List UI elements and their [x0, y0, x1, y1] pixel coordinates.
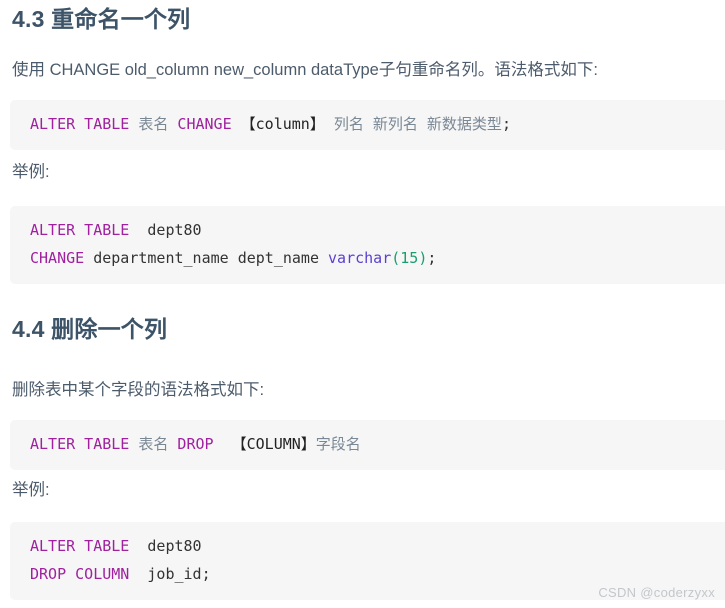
code-token-keyword-change: CHANGE: [30, 248, 85, 267]
code-token-table-dept80: dept80: [147, 221, 202, 239]
code-token-bracket-column: 【column】: [240, 115, 325, 133]
code-token-keyword-drop: DROP: [177, 435, 214, 453]
code-token-semicolon: ;: [427, 248, 437, 267]
code-block-drop-syntax: ALTER TABLE 表名 DROP 【COLUMN】字段名: [10, 420, 725, 470]
csdn-watermark: CSDN @coderzyxx: [598, 585, 715, 600]
code-token-bracket-column: 【COLUMN】: [231, 435, 316, 453]
code-token-length-number: 15: [400, 248, 419, 267]
code-token-keyword: ALTER TABLE: [30, 115, 130, 133]
code-token-keyword-alter-table: ALTER TABLE: [30, 537, 130, 555]
code-token-column-job-id: job_id: [147, 564, 202, 583]
code-token-semicolon: ;: [501, 115, 511, 133]
code-token-datatype-varchar: varchar: [328, 248, 392, 267]
code-token-table-dept80: dept80: [147, 537, 202, 555]
code-token-column-args: 列名 新列名 新数据类型: [333, 115, 502, 133]
code-token-table-name: 表名: [138, 115, 169, 133]
example-label-4-4: 举例:: [12, 481, 50, 499]
section-heading-4-4: 4.4 删除一个列: [12, 316, 168, 342]
code-token-column-names: department_name dept_name: [93, 248, 319, 267]
section-heading-4-3: 4.3 重命名一个列: [12, 6, 191, 32]
code-token-keyword-drop-column: DROP COLUMN: [30, 564, 130, 583]
section-intro-4-3: 使用 CHANGE old_column new_column dataType…: [12, 61, 598, 79]
section-intro-4-4: 删除表中某个字段的语法格式如下:: [12, 381, 265, 399]
article-page: 4.3 重命名一个列 使用 CHANGE old_column new_colu…: [0, 0, 725, 608]
code-token-field-name: 字段名: [315, 435, 361, 453]
code-token-open-paren: (: [391, 248, 401, 267]
code-token-keyword-change: CHANGE: [177, 115, 232, 133]
code-token-keyword-alter-table: ALTER TABLE: [30, 221, 130, 239]
code-block-rename-example: ALTER TABLE dept80 CHANGE department_nam…: [10, 206, 725, 284]
code-token-keyword-alter-table: ALTER TABLE: [30, 435, 130, 453]
example-label-4-3: 举例:: [12, 163, 50, 181]
code-token-table-name: 表名: [138, 435, 169, 453]
code-token-semicolon: ;: [201, 564, 211, 583]
code-block-rename-syntax: ALTER TABLE 表名 CHANGE 【column】 列名 新列名 新数…: [10, 100, 725, 150]
